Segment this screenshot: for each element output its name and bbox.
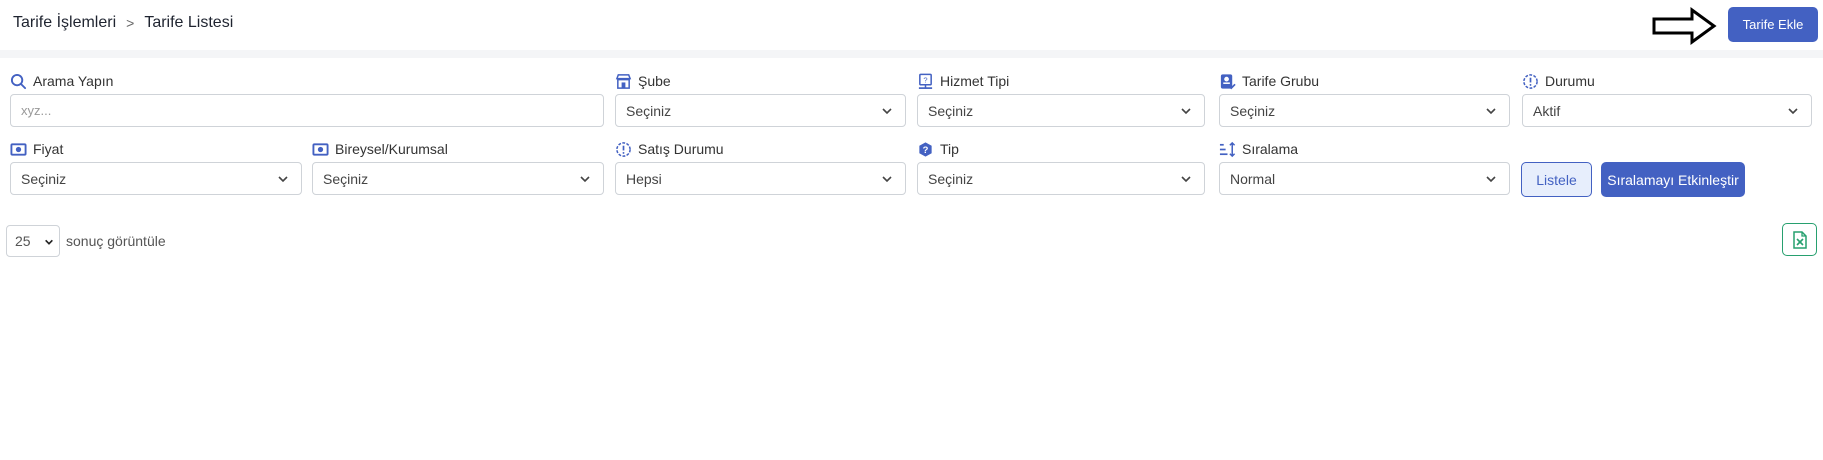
chevron-down-icon <box>882 108 892 115</box>
tarife-grubu-label: Tarife Grubu <box>1242 73 1320 89</box>
tip-select[interactable]: Seçiniz <box>917 162 1205 195</box>
bireysel-select[interactable]: Seçiniz <box>312 162 604 195</box>
durumu-value: Aktif <box>1533 102 1561 119</box>
chevron-down-icon <box>45 239 53 245</box>
sort-icon <box>1219 141 1236 157</box>
satis-durumu-value: Hepsi <box>626 170 662 187</box>
search-field: Arama Yapın xyz... <box>10 71 604 127</box>
question-icon: ? <box>919 141 932 157</box>
durumu-select[interactable]: Aktif <box>1522 94 1812 127</box>
satis-durumu-field: Satış Durumu Hepsi <box>615 139 906 195</box>
chevron-down-icon <box>1486 108 1496 115</box>
sube-select[interactable]: Seçiniz <box>615 94 906 127</box>
service-icon: ? <box>918 73 933 89</box>
sube-label: Şube <box>638 73 671 89</box>
search-label: Arama Yapın <box>33 73 114 89</box>
chevron-down-icon <box>1486 176 1496 183</box>
satis-durumu-label: Satış Durumu <box>638 141 724 157</box>
arrow-right-icon <box>1652 7 1717 45</box>
page-size-suffix: sonuç görüntüle <box>66 233 166 249</box>
breadcrumb-separator-icon: > <box>126 15 135 31</box>
price-icon <box>10 142 27 156</box>
enable-sort-button[interactable]: Sıralamayı Etkinleştir <box>1601 162 1745 197</box>
bireysel-label: Bireysel/Kurumsal <box>335 141 448 157</box>
fiyat-field: Fiyat Seçiniz <box>10 139 302 195</box>
fiyat-value: Seçiniz <box>21 170 67 187</box>
breadcrumb-current: Tarife Listesi <box>144 14 234 31</box>
sube-field: Şube Seçiniz <box>615 71 906 127</box>
chevron-down-icon <box>882 176 892 183</box>
chevron-down-icon <box>1181 108 1191 115</box>
chevron-down-icon <box>1788 108 1798 115</box>
top-bar: Tarife İşlemleri > Tarife Listesi Tarife… <box>0 0 1823 50</box>
header-divider <box>0 50 1823 58</box>
price-icon <box>312 142 329 156</box>
excel-icon <box>1792 230 1807 249</box>
bireysel-field: Bireysel/Kurumsal Seçiniz <box>312 139 604 195</box>
siralama-select[interactable]: Normal <box>1219 162 1510 195</box>
durumu-label: Durumu <box>1545 73 1595 89</box>
chevron-down-icon <box>278 176 288 183</box>
store-icon <box>615 73 632 89</box>
breadcrumb-parent[interactable]: Tarife İşlemleri <box>13 14 116 32</box>
fiyat-select[interactable]: Seçiniz <box>10 162 302 195</box>
chevron-down-icon <box>1181 176 1191 183</box>
search-input[interactable]: xyz... <box>10 94 604 127</box>
satis-durumu-select[interactable]: Hepsi <box>615 162 906 195</box>
tip-value: Seçiniz <box>928 170 974 187</box>
search-icon <box>10 73 27 89</box>
siralama-value: Normal <box>1230 170 1276 187</box>
tarife-grubu-value: Seçiniz <box>1230 102 1276 119</box>
tip-field: ? Tip Seçiniz <box>917 139 1205 195</box>
tarife-grubu-field: Tarife Grubu Seçiniz <box>1219 71 1510 127</box>
page-size-value: 25 <box>15 233 31 249</box>
hizmet-tipi-label: Hizmet Tipi <box>940 73 1010 89</box>
siralama-label: Sıralama <box>1242 141 1299 157</box>
tarife-grubu-select[interactable]: Seçiniz <box>1219 94 1510 127</box>
page-size-select[interactable]: 25 <box>6 225 60 257</box>
excel-export-button[interactable] <box>1782 223 1817 256</box>
page-size-control: 25 sonuç görüntüle <box>6 225 166 257</box>
status-icon <box>616 141 631 157</box>
chevron-down-icon <box>580 176 590 183</box>
add-tariff-button[interactable]: Tarife Ekle <box>1728 7 1818 42</box>
hizmet-tipi-select[interactable]: Seçiniz <box>917 94 1205 127</box>
svg-text:?: ? <box>923 75 927 84</box>
tariff-group-icon <box>1220 73 1236 89</box>
durumu-field: Durumu Aktif <box>1522 71 1812 127</box>
breadcrumb: Tarife İşlemleri > Tarife Listesi <box>13 14 233 32</box>
siralama-field: Sıralama Normal <box>1219 139 1510 195</box>
hizmet-tipi-field: ? Hizmet Tipi Seçiniz <box>917 71 1205 127</box>
svg-text:?: ? <box>923 144 929 155</box>
status-icon <box>1523 73 1538 89</box>
fiyat-label: Fiyat <box>33 141 64 157</box>
tip-label: Tip <box>940 141 959 157</box>
list-button[interactable]: Listele <box>1521 162 1592 197</box>
sube-value: Seçiniz <box>626 102 672 119</box>
bireysel-value: Seçiniz <box>323 170 369 187</box>
hizmet-tipi-value: Seçiniz <box>928 102 974 119</box>
